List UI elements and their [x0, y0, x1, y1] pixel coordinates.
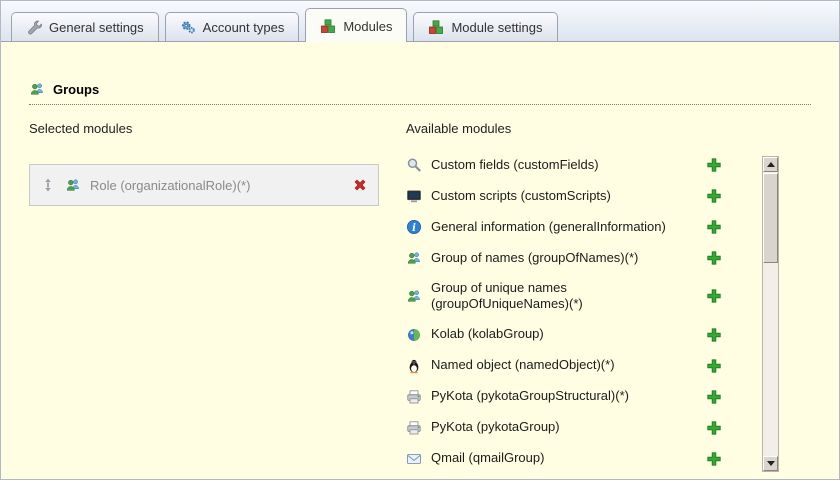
tab-label: Account types	[202, 19, 285, 35]
available-module-label: Named object (namedObject)(*)	[431, 357, 615, 373]
available-module-label: Kolab (kolabGroup)	[431, 326, 544, 342]
plus-icon	[706, 157, 722, 173]
available-module-row: Group of names (groupOfNames)(*)	[406, 249, 759, 267]
plus-icon	[706, 288, 722, 304]
tab-label: Module settings	[451, 19, 543, 35]
available-module-row: Kolab (kolabGroup)	[406, 326, 759, 344]
add-module-button[interactable]	[705, 357, 722, 374]
available-module-label: PyKota (pykotaGroupStructural)(*)	[431, 388, 629, 404]
tab-label: Modules	[343, 18, 393, 34]
available-module-row: i General information (generalInformation…	[406, 218, 759, 236]
available-module-label: General information (generalInformation)	[431, 218, 666, 234]
tab-module-settings[interactable]: Module settings	[413, 12, 558, 41]
available-module-label: Qmail (qmailGroup)	[431, 450, 545, 466]
svg-text:i: i	[412, 223, 416, 234]
add-module-button[interactable]	[705, 326, 722, 343]
add-module-button[interactable]	[705, 250, 722, 267]
selected-modules-panel: Selected modules Role (organizationalRol…	[29, 121, 379, 206]
add-module-button[interactable]	[705, 450, 722, 467]
plus-icon	[706, 250, 722, 266]
add-module-button[interactable]	[705, 219, 722, 236]
add-module-button[interactable]	[705, 419, 722, 436]
info-icon: i	[406, 219, 422, 235]
available-module-label: Custom fields (customFields)	[431, 156, 599, 172]
group-icon	[406, 250, 422, 266]
tab-general-settings[interactable]: General settings	[11, 12, 159, 41]
add-module-button[interactable]	[705, 157, 722, 174]
available-module-label: Group of names (groupOfNames)(*)	[431, 249, 639, 265]
available-modules-list: Custom fields (customFields) Custom scrip…	[406, 156, 759, 468]
plus-icon	[706, 358, 722, 374]
add-module-button[interactable]	[705, 388, 722, 405]
available-module-label: Group of unique names (groupOfUniqueName…	[431, 280, 583, 312]
remove-module-button[interactable]	[351, 177, 368, 194]
available-module-row: Named object (namedObject)(*)	[406, 357, 759, 375]
tab-modules[interactable]: Modules	[305, 8, 408, 42]
kolab-icon	[406, 327, 422, 343]
plus-icon	[706, 451, 722, 467]
scroll-thumb[interactable]	[763, 173, 778, 263]
plus-icon	[706, 389, 722, 405]
add-module-button[interactable]	[705, 288, 722, 305]
group-icon	[65, 177, 81, 193]
section-header: Groups	[29, 81, 811, 105]
module-settings-icon	[428, 19, 444, 35]
printer-icon	[406, 420, 422, 436]
magnifier-icon	[406, 157, 422, 173]
available-module-row: PyKota (pykotaGroupStructural)(*)	[406, 388, 759, 406]
available-module-row: Custom fields (customFields)	[406, 156, 759, 174]
scrollbar[interactable]	[762, 156, 779, 472]
group-icon	[29, 81, 45, 97]
available-module-label: Custom scripts (customScripts)	[431, 187, 611, 203]
selected-modules-heading: Selected modules	[29, 121, 133, 136]
scroll-up-button[interactable]	[763, 157, 778, 172]
available-module-row: Custom scripts (customScripts)	[406, 187, 759, 205]
plus-icon	[706, 219, 722, 235]
penguin-icon	[406, 358, 422, 374]
settings-window: General settings Account types Modules Modu…	[0, 0, 840, 480]
modules-icon	[320, 18, 336, 34]
page-title: Groups	[53, 81, 100, 97]
terminal-icon	[406, 188, 422, 204]
arrow-down-icon	[766, 461, 775, 466]
tab-account-types[interactable]: Account types	[164, 12, 300, 41]
plus-icon	[706, 188, 722, 204]
arrow-up-icon	[766, 162, 775, 167]
available-module-row: Qmail (qmailGroup)	[406, 450, 759, 468]
tab-bar: General settings Account types Modules Modu…	[1, 1, 839, 42]
plus-icon	[706, 327, 722, 343]
selected-module-row: Role (organizationalRole)(*)	[29, 164, 379, 206]
gears-icon	[180, 19, 196, 35]
selected-module-label: Role (organizationalRole)(*)	[90, 177, 251, 193]
printer-icon	[406, 389, 422, 405]
available-modules-heading: Available modules	[406, 121, 512, 136]
group-icon	[406, 288, 422, 304]
available-module-row: Group of unique names (groupOfUniqueName…	[406, 280, 759, 313]
selected-modules-list: Role (organizationalRole)(*)	[29, 164, 379, 206]
add-module-button[interactable]	[705, 188, 722, 205]
available-module-row: PyKota (pykotaGroup)	[406, 419, 759, 437]
mail-icon	[406, 451, 422, 467]
plus-icon	[706, 420, 722, 436]
tab-label: General settings	[49, 19, 144, 35]
scroll-down-button[interactable]	[763, 456, 778, 471]
available-module-label: PyKota (pykotaGroup)	[431, 419, 560, 435]
sort-handle-icon[interactable]	[40, 177, 56, 193]
delete-icon	[352, 177, 368, 193]
available-modules-panel: Available modules Custom fields (customF…	[406, 121, 813, 481]
wrench-icon	[26, 19, 42, 35]
